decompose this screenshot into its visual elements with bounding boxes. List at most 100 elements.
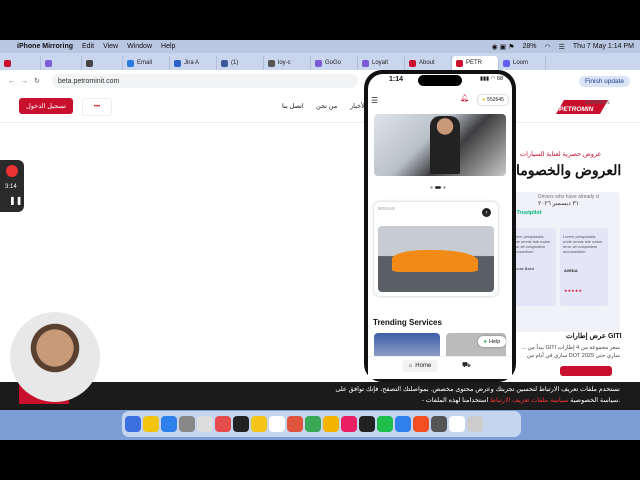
tab-title: loy-c [278, 60, 291, 66]
vehicle-make-label: NISSAN [378, 206, 395, 211]
login-button[interactable]: تسجيل الدخول [19, 98, 73, 114]
browser-tab[interactable]: (1) [217, 56, 264, 70]
browser-tab[interactable]: About [405, 56, 452, 70]
phone-status-icons: ▮▮▮ ◠ 68 [480, 76, 504, 82]
giti-offer-title: عرض إطارات GITI [566, 333, 622, 340]
garage-icon[interactable]: ⛟ [462, 361, 471, 370]
nav-about[interactable]: من نحن [316, 102, 337, 110]
phone-clock: 1:14 [389, 76, 404, 83]
browser-tab[interactable] [0, 56, 41, 70]
menu-window[interactable]: Window [127, 43, 152, 50]
control-center-icon[interactable]: ☰ [559, 43, 565, 51]
hero-subtitle: عروض حصرية لعناية السيارات [520, 151, 602, 158]
dock-app-icon[interactable] [305, 416, 321, 432]
offer-date: ٣١ ديسمبر ٢٠٢٦ [538, 201, 579, 207]
nav-home-label: Home [415, 363, 432, 369]
menubar-clock[interactable]: Thu 7 May 1:14 PM [573, 43, 634, 50]
mechanic-image [430, 116, 460, 174]
points-value: 552645 [487, 97, 504, 103]
dock-app-icon[interactable] [395, 416, 411, 432]
browser-tab[interactable]: Jira A [170, 56, 217, 70]
dock-app-icon[interactable] [125, 416, 141, 432]
dock-app-icon[interactable] [179, 416, 195, 432]
dock-app-icon[interactable] [269, 416, 285, 432]
dock-app-icon[interactable] [287, 416, 303, 432]
dock-app-icon[interactable] [341, 416, 357, 432]
tab-favicon-icon [456, 59, 463, 67]
menu-view[interactable]: View [103, 43, 118, 50]
pause-icon[interactable]: ❚❚ [9, 196, 22, 205]
wifi-icon[interactable]: ◠ [545, 43, 551, 51]
menu-help[interactable]: Help [161, 43, 175, 50]
screen-recorder-widget: 3:14 ❚❚ [0, 160, 24, 212]
tab-favicon-icon [315, 59, 322, 67]
dock-app-icon[interactable] [377, 416, 393, 432]
menubar-app-name[interactable]: iPhone Mirroring [17, 43, 73, 50]
dynamic-island [418, 75, 462, 86]
menu-edit[interactable]: Edit [82, 43, 94, 50]
browser-tab[interactable]: Loyalt [358, 56, 405, 70]
dock-app-icon[interactable] [251, 416, 267, 432]
finish-update-button[interactable]: Finish update [578, 75, 630, 87]
review-text: Lorem perspiciatis unde omnis iste natus… [563, 234, 602, 254]
dock-app-icon[interactable] [233, 416, 249, 432]
browser-tab[interactable]: Loom [499, 56, 546, 70]
help-label: Help [489, 338, 501, 345]
nav-home[interactable]: ⌂ Home [402, 360, 438, 372]
dock-app-icon[interactable] [359, 416, 375, 432]
coin-icon: ● [482, 97, 486, 103]
hamburger-menu-icon[interactable]: ☰ [371, 96, 378, 105]
back-forward-reload-icons[interactable]: ←→↻ [8, 77, 46, 85]
nav-contact[interactable]: اتصل بنا [282, 102, 304, 110]
header-divider [0, 122, 640, 123]
arrow-right-icon[interactable]: › [482, 208, 491, 217]
tab-title: GoGo [325, 60, 342, 66]
cookie-policy-link[interactable]: سياسة ملفات تعريف الارتباط [490, 397, 568, 404]
dock-app-icon[interactable] [467, 416, 483, 432]
menubar: iPhone Mirroring Edit View Window Help ◉… [0, 40, 640, 53]
hero-title: العروض والخصوما [516, 162, 622, 178]
cookie-banner: نستخدم ملفات تعريف الارتباط لتحسين تجربت… [0, 382, 640, 410]
browser-tab[interactable] [41, 56, 82, 70]
petromin-logo[interactable]: EXPRESS PETROMIN [556, 96, 616, 116]
address-bar-row: ←→↻ beta.petrominit.com Finish update [0, 70, 640, 93]
status-icons[interactable]: ◉ ▣ ⚑ [492, 43, 515, 51]
battery-percent[interactable]: 28% [523, 43, 537, 50]
trustpilot-text: Trustpilot [516, 210, 542, 216]
browser-tab[interactable]: GoGo [311, 56, 358, 70]
browser-tab[interactable]: PETR [452, 56, 499, 70]
giti-offer-body: سعر مجموعة من 4 إطارات GITI يبدأ من ... … [521, 345, 620, 359]
cookie-text-line2: - سياسة الخصوصية سياسة ملفات تعريف الارت… [422, 396, 620, 404]
points-badge[interactable]: ● 552645 [477, 94, 509, 106]
more-menu-button[interactable]: ••• [82, 98, 112, 116]
notification-bell-icon[interactable]: 🔔︎ [460, 94, 469, 102]
giti-offer-button[interactable] [560, 366, 612, 376]
webcam-bubble[interactable] [10, 312, 100, 402]
dock-app-icon[interactable] [161, 416, 177, 432]
phone-bottom-nav [368, 356, 512, 379]
dock-app-icon[interactable] [143, 416, 159, 432]
cookie-text-line1: نستخدم ملفات تعريف الارتباط لتحسين تجربت… [335, 386, 620, 393]
browser-tab[interactable]: Email [123, 56, 170, 70]
dock-app-icon[interactable] [197, 416, 213, 432]
dock-app-icon[interactable] [323, 416, 339, 432]
tab-favicon-icon [268, 59, 275, 67]
url-field[interactable]: beta.petrominit.com [51, 74, 358, 88]
stop-record-icon[interactable] [6, 165, 18, 177]
dock-app-icon[interactable] [413, 416, 429, 432]
dock-app-icon[interactable] [449, 416, 465, 432]
help-button[interactable]: ● Help [478, 336, 506, 347]
tab-favicon-icon [409, 59, 416, 67]
tab-favicon-icon [221, 59, 228, 67]
help-dot-icon: ● [483, 338, 487, 345]
dock-app-icon[interactable] [215, 416, 231, 432]
browser-tab[interactable]: loy-c [264, 56, 311, 70]
dock-app-icon[interactable] [431, 416, 447, 432]
tab-favicon-icon [174, 59, 181, 67]
tab-favicon-icon [127, 59, 134, 67]
browser-tab[interactable] [82, 56, 123, 70]
browser-tab-bar: Email Jira A (1) loy-c GoGo Loyalt About PETR Lo… [0, 53, 640, 70]
logo-main-text: PETROMIN [559, 106, 594, 113]
carousel-pager[interactable] [430, 186, 446, 189]
record-timer: 3:14 [5, 184, 17, 190]
